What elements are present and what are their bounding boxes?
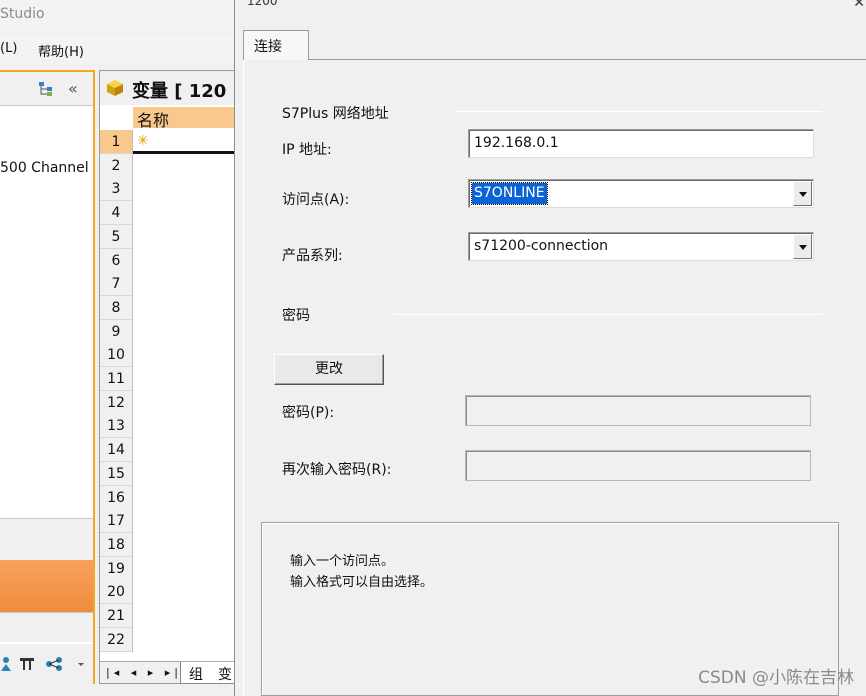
project-tree-header: « <box>0 72 93 106</box>
channel-tree-item[interactable]: 500 Channel <box>0 160 89 176</box>
project-tree-pane: « 500 Channel <box>0 70 95 684</box>
app-title: Studio <box>0 0 234 32</box>
row-header[interactable]: 21 <box>100 604 133 628</box>
new-row-icon: ✳ <box>137 133 149 149</box>
help-line: 输入一个访问点。 <box>290 554 395 569</box>
row-header[interactable]: 19 <box>100 556 133 581</box>
ip-address-input[interactable]: 192.168.0.1 <box>468 129 814 158</box>
row-header[interactable]: 17 <box>100 509 133 534</box>
menu-bar: (L) 帮助(H) <box>0 36 234 64</box>
row-header[interactable]: 10 <box>100 343 133 368</box>
row-header[interactable]: 5 <box>100 224 133 249</box>
product-family-select[interactable]: s71200-connection <box>468 232 814 261</box>
row-header[interactable]: 20 <box>100 580 133 605</box>
row-header[interactable]: 14 <box>100 438 133 463</box>
pane-section <box>0 612 93 642</box>
row-header[interactable]: 13 <box>100 414 133 439</box>
column-header-name[interactable]: 名称 <box>133 107 234 130</box>
row-header[interactable]: 12 <box>100 390 133 415</box>
connection-panel: S7Plus 网络地址 IP 地址: 192.168.0.1 访问点(A): S… <box>243 60 861 696</box>
pane-toolbar <box>0 644 93 684</box>
sheet-tabs: |◂ ◂ ▸ ▸| 组 变 <box>100 661 246 684</box>
connection-dialog: 1200 ✕ 连接 S7Plus 网络地址 IP 地址: 192.168.0.1… <box>234 0 866 696</box>
row-header[interactable]: 2 <box>100 153 133 178</box>
chevron-down-icon[interactable] <box>793 234 812 259</box>
section-divider <box>456 111 822 112</box>
password-confirm-label: 再次输入密码(R): <box>282 462 392 478</box>
row-header[interactable]: 3 <box>100 177 133 202</box>
network-icon[interactable] <box>44 656 66 672</box>
collapse-pane-icon[interactable]: « <box>68 79 78 98</box>
password-label: 密码(P): <box>282 405 335 421</box>
menu-item-view[interactable]: (L) <box>0 41 17 56</box>
row-header[interactable]: 18 <box>100 532 133 557</box>
row-header[interactable]: 9 <box>100 319 133 344</box>
selected-section-bar[interactable] <box>0 560 93 612</box>
row-header[interactable]: 4 <box>100 201 133 226</box>
table-icon[interactable] <box>18 656 36 672</box>
chevron-down-icon[interactable] <box>76 656 86 672</box>
grid-title-bar: 变量 [ 120 <box>100 71 234 105</box>
password-confirm-input[interactable] <box>465 450 811 481</box>
cube-icon <box>107 80 123 96</box>
pane-section <box>0 518 93 560</box>
user-icon[interactable] <box>0 656 12 672</box>
row-header[interactable]: 15 <box>100 461 133 486</box>
chevron-down-icon[interactable] <box>793 181 812 206</box>
menu-item-help[interactable]: 帮助(H) <box>38 41 84 60</box>
password-input[interactable] <box>465 395 811 426</box>
grid-title: 变量 [ 120 <box>132 81 227 102</box>
tree-view-icon[interactable] <box>38 81 56 97</box>
section-divider <box>394 314 822 315</box>
row-header[interactable]: 1 <box>100 130 133 154</box>
sheet-nav-buttons[interactable]: |◂ ◂ ▸ ▸| <box>106 666 182 679</box>
row-header[interactable]: 6 <box>100 248 133 273</box>
network-section-title: S7Plus 网络地址 <box>282 106 389 122</box>
product-family-value: s71200-connection <box>474 238 609 254</box>
password-section-title: 密码 <box>282 308 310 324</box>
variable-grid: 变量 [ 120 名称 1 2 3 4 5 6 7 8 9 10 11 12 13 14 15 16 17 18 1… <box>99 70 246 684</box>
help-line: 输入格式可以自由选择。 <box>290 575 434 590</box>
access-point-select[interactable]: S7ONLINE <box>468 179 814 208</box>
access-point-label: 访问点(A): <box>282 192 350 208</box>
row-header[interactable]: 8 <box>100 295 133 320</box>
row-header[interactable]: 16 <box>100 485 133 510</box>
row-selection-marker <box>133 151 234 154</box>
dialog-title-bar: 1200 ✕ <box>235 0 866 14</box>
row-header[interactable]: 11 <box>100 367 133 391</box>
row-header[interactable]: 22 <box>100 627 133 652</box>
watermark: CSDN @小陈在吉林 <box>698 668 854 688</box>
access-point-value: S7ONLINE <box>471 182 548 205</box>
change-button[interactable]: 更改 <box>274 354 384 385</box>
tab-connection[interactable]: 连接 <box>243 30 309 60</box>
sheet-tab-variables[interactable]: 变 <box>218 664 232 684</box>
close-icon[interactable]: ✕ <box>853 0 865 11</box>
product-family-label: 产品系列: <box>282 248 343 264</box>
row-header[interactable]: 7 <box>100 272 133 297</box>
dialog-title: 1200 <box>247 0 278 8</box>
ip-address-label: IP 地址: <box>282 142 332 158</box>
